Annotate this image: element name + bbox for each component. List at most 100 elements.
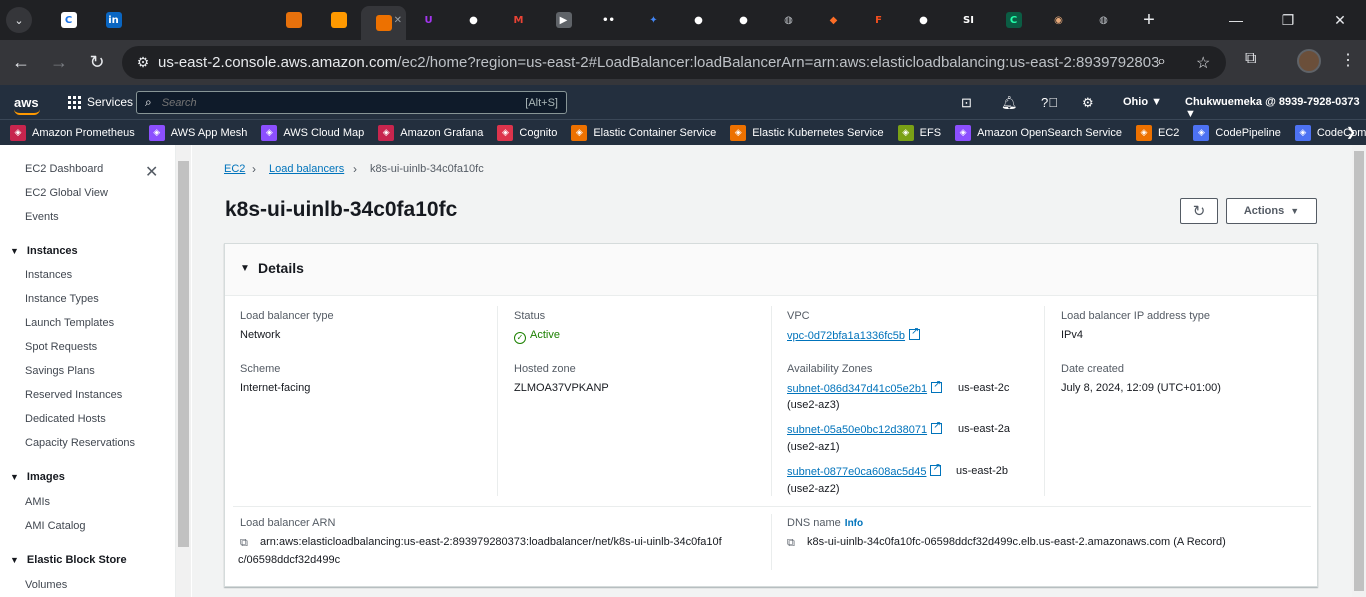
close-tab-icon[interactable]: ✕ — [394, 15, 402, 26]
aws-search-input[interactable] — [161, 96, 492, 109]
browser-tab[interactable]: ✕ — [361, 6, 406, 40]
url-text[interactable]: us-east-2.console.aws.amazon.com/ec2/hom… — [158, 54, 1158, 71]
aws-logo[interactable]: aws — [14, 96, 42, 115]
browser-tab[interactable]: •• — [586, 4, 631, 36]
browser-tab[interactable]: in — [91, 4, 136, 36]
sidebar-item-launch-templates[interactable]: Launch Templates — [25, 317, 114, 329]
favorite-service-link[interactable]: ◈ Amazon Prometheus — [10, 124, 135, 141]
sidebar-section-ebs[interactable]: ▼ Elastic Block Store — [10, 554, 127, 566]
sidebar-item-amis[interactable]: AMIs — [25, 496, 50, 508]
browser-tab[interactable] — [136, 4, 181, 36]
aws-search-box[interactable]: ⌕ [Alt+S] — [136, 91, 567, 114]
browser-tab[interactable]: ◉ — [1036, 4, 1081, 36]
extensions-icon[interactable]: ⧉ — [1245, 50, 1256, 68]
subnet-link[interactable]: subnet-086d347d41c05e2b1 — [787, 379, 943, 395]
az-zone: us-east-2a — [958, 423, 1010, 435]
sidebar-item-ec2-dashboard[interactable]: EC2 Dashboard — [25, 163, 103, 175]
copy-icon[interactable]: ⧉ — [240, 536, 248, 550]
browser-tab[interactable]: ◍ — [766, 4, 811, 36]
actions-button[interactable]: Actions ▼ — [1226, 198, 1317, 224]
favorite-service-link[interactable]: ◈ Amazon Grafana — [378, 124, 483, 141]
browser-tab[interactable]: SI — [946, 4, 991, 36]
notifications-bell-icon[interactable]: 🔔︎ — [1001, 95, 1018, 111]
account-menu[interactable]: Chukwuemeka @ 8939-7928-0373 ▼ — [1185, 96, 1366, 120]
main-scrollbar[interactable] — [1352, 145, 1366, 597]
sidebar-section-images[interactable]: ▼ Images — [10, 471, 65, 483]
caret-down-icon: ▼ — [240, 263, 250, 274]
favorite-service-link[interactable]: ◈ CodePipeline — [1193, 124, 1281, 141]
browser-tab[interactable]: ◆ — [811, 4, 856, 36]
browser-tab[interactable] — [226, 4, 271, 36]
sidebar-item-instances[interactable]: Instances — [25, 269, 72, 281]
favorite-label: AWS App Mesh — [170, 126, 248, 139]
restore-icon[interactable]: ❐ — [1262, 0, 1314, 40]
sidebar-item-ami-catalog[interactable]: AMI Catalog — [25, 520, 86, 532]
address-bar[interactable]: ⚙ us-east-2.console.aws.amazon.com/ec2/h… — [122, 46, 1226, 79]
sidebar-item-instance-types[interactable]: Instance Types — [25, 293, 99, 305]
breadcrumb-load-balancers[interactable]: Load balancers — [269, 163, 344, 175]
help-icon[interactable]: ?⃝ — [1041, 95, 1058, 110]
favorite-service-link[interactable]: ◈ AWS App Mesh — [148, 124, 248, 141]
favorite-service-link[interactable]: ◈ Cognito — [497, 124, 557, 141]
chevron-right-icon[interactable]: ❯ — [1346, 125, 1356, 139]
site-info-icon[interactable]: ⚙ — [128, 54, 158, 71]
new-tab-button[interactable]: + — [1136, 9, 1162, 32]
refresh-button[interactable]: ↻ — [1180, 198, 1218, 224]
browser-tab[interactable] — [271, 4, 316, 36]
sidebar-section-instances[interactable]: ▼ Instances — [10, 245, 78, 257]
favorite-service-link[interactable]: ◈ AWS Cloud Map — [261, 124, 364, 141]
browser-tab[interactable]: ● — [451, 4, 496, 36]
browser-tab[interactable] — [181, 4, 226, 36]
browser-tab[interactable]: ● — [676, 4, 721, 36]
browser-tab[interactable]: ● — [901, 4, 946, 36]
favorite-service-link[interactable]: ◈ EC2 — [1136, 124, 1179, 141]
browser-tab[interactable]: C — [991, 4, 1036, 36]
region-selector[interactable]: Ohio ▼ — [1123, 96, 1162, 108]
forward-button[interactable]: → — [42, 46, 76, 80]
external-link-icon — [931, 420, 943, 434]
browser-tab[interactable]: C — [46, 4, 91, 36]
browser-tab[interactable]: ● — [721, 4, 766, 36]
dns-info-link[interactable]: Info — [845, 518, 863, 529]
details-header[interactable]: ▼ Details — [225, 244, 1317, 296]
subnet-link[interactable]: subnet-0877e0ca608ac5d45 — [787, 462, 942, 478]
tab-search-icon[interactable]: ⌄ — [6, 7, 32, 33]
close-window-icon[interactable]: ✕ — [1314, 0, 1366, 40]
sidebar-item-volumes[interactable]: Volumes — [25, 579, 67, 591]
vpc-link[interactable]: vpc-0d72bfa1a1336fc5b — [787, 326, 921, 342]
browser-tab[interactable]: F — [856, 4, 901, 36]
browser-tab[interactable]: ◍ — [1081, 4, 1126, 36]
copy-icon[interactable]: ⧉ — [787, 536, 795, 550]
breadcrumb-ec2[interactable]: EC2 — [224, 163, 245, 175]
sidebar-item-dedicated-hosts[interactable]: Dedicated Hosts — [25, 413, 106, 425]
sidebar-item-savings-plans[interactable]: Savings Plans — [25, 365, 95, 377]
favorite-service-link[interactable]: ◈ Amazon OpenSearch Service — [955, 124, 1122, 141]
sidebar-item-capacity-reservations[interactable]: Capacity Reservations — [25, 437, 135, 449]
subnet-link[interactable]: subnet-05a50e0bc12d38071 — [787, 420, 943, 436]
minimize-icon[interactable]: — — [1210, 0, 1262, 40]
stack-icon: SI — [963, 14, 974, 26]
services-menu-button[interactable]: Services — [68, 95, 133, 109]
search-icon[interactable]: ⌕ — [1157, 53, 1166, 71]
sidebar-scrollbar[interactable] — [176, 145, 191, 597]
back-button[interactable]: ← — [4, 46, 38, 80]
favorite-service-link[interactable]: ◈ EFS — [897, 124, 941, 141]
bookmark-star-icon[interactable]: ☆ — [1196, 53, 1210, 73]
sidebar-item-reserved-instances[interactable]: Reserved Instances — [25, 389, 122, 401]
favorite-service-link[interactable]: ◈ Elastic Kubernetes Service — [730, 124, 884, 141]
browser-tab[interactable]: U — [406, 4, 451, 36]
sidebar-item-events[interactable]: Events — [25, 211, 59, 223]
sidebar-item-spot-requests[interactable]: Spot Requests — [25, 341, 97, 353]
profile-avatar[interactable] — [1297, 49, 1321, 73]
cloudshell-icon[interactable]: ⊡ — [961, 95, 972, 111]
browser-tab[interactable]: M — [496, 4, 541, 36]
sidebar-item-ec2-global-view[interactable]: EC2 Global View — [25, 187, 108, 199]
favorite-service-link[interactable]: ◈ Elastic Container Service — [571, 124, 716, 141]
browser-tab[interactable]: ▶ — [541, 4, 586, 36]
browser-tab[interactable] — [316, 4, 361, 36]
menu-kebab-icon[interactable]: ⋮ — [1340, 50, 1356, 70]
browser-tab[interactable]: ✦ — [631, 4, 676, 36]
reload-button[interactable]: ↻ — [80, 46, 114, 80]
settings-gear-icon[interactable]: ⚙ — [1082, 95, 1094, 111]
close-sidebar-icon[interactable]: ✕ — [145, 162, 158, 182]
